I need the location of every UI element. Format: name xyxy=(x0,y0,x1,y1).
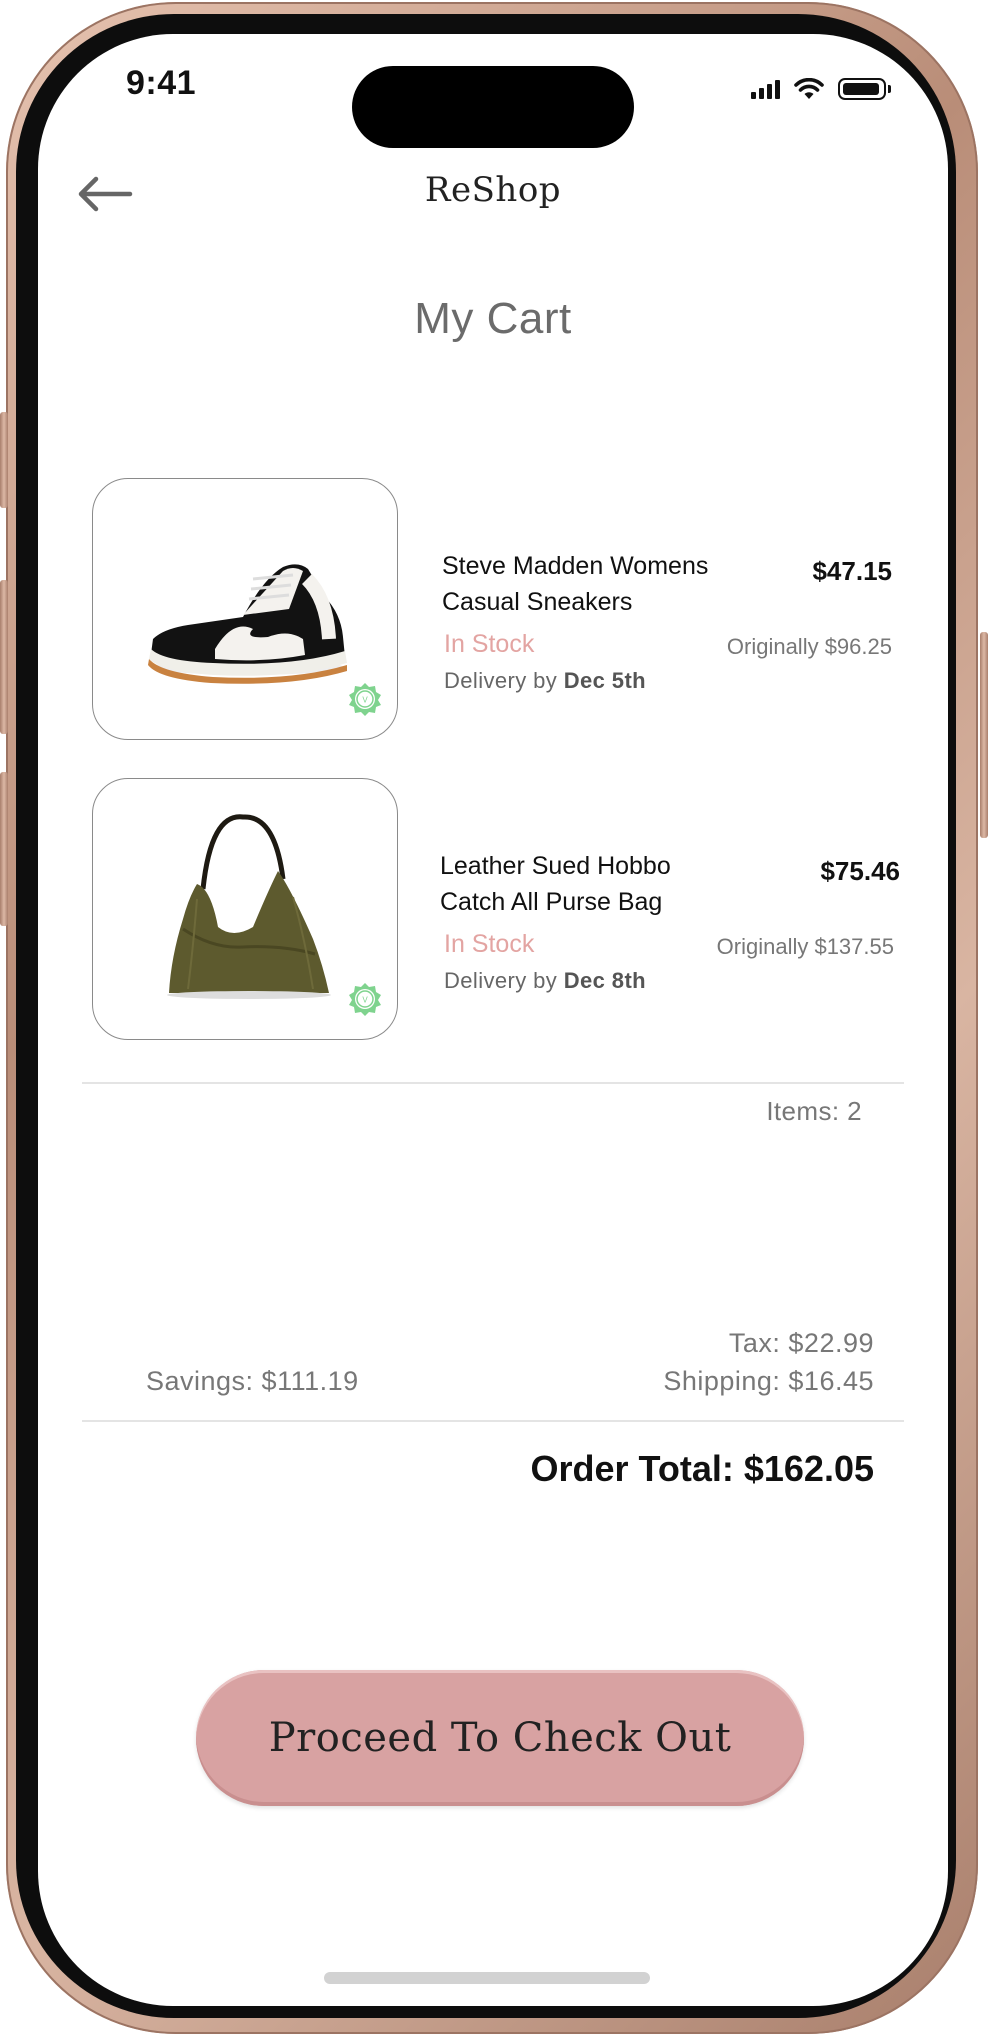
original-price: Originally $137.55 xyxy=(716,934,894,959)
original-price: Originally $96.25 xyxy=(726,634,892,659)
delivery-date: Dec 8th xyxy=(563,968,647,993)
delivery-estimate: Delivery by Dec 8th xyxy=(444,968,646,994)
delivery-date: Dec 5th xyxy=(563,668,647,693)
phone-mockup: 9:41 ReShop My Cart V Steve Madden Women… xyxy=(0,0,988,2040)
cart-item[interactable]: V Steve Madden Womens Casual Sneakers $4… xyxy=(92,478,892,740)
product-name-line: Steve Madden Womens xyxy=(442,552,709,580)
battery-icon xyxy=(838,78,891,100)
status-icons xyxy=(751,78,891,100)
cellular-signal-icon xyxy=(751,79,780,99)
svg-text:V: V xyxy=(362,996,368,1005)
stock-status: In Stock xyxy=(444,930,535,958)
savings-amount: Savings: $111.19 xyxy=(146,1366,359,1396)
items-count: Items: 2 xyxy=(766,1096,862,1126)
volume-down-button xyxy=(0,772,8,926)
product-price: $47.15 xyxy=(812,556,892,586)
product-image[interactable]: V xyxy=(92,778,398,1040)
home-indicator[interactable] xyxy=(324,1972,650,1984)
product-name-line: Leather Sued Hobbo xyxy=(440,852,671,880)
delivery-prefix: Delivery by xyxy=(444,668,564,693)
checkout-button[interactable]: Proceed To Check Out xyxy=(196,1670,804,1806)
dynamic-island xyxy=(352,66,634,148)
sustainability-badge-icon: V xyxy=(349,683,381,716)
delivery-prefix: Delivery by xyxy=(444,968,564,993)
shipping-amount: Shipping: $16.45 xyxy=(663,1366,874,1396)
sustainability-badge-icon: V xyxy=(349,983,381,1016)
status-time: 9:41 xyxy=(126,64,197,102)
product-name[interactable]: Steve Madden Womens Casual Sneakers xyxy=(442,548,772,620)
product-name-line: Casual Sneakers xyxy=(442,588,633,616)
svg-text:V: V xyxy=(362,696,368,705)
action-button xyxy=(0,412,8,508)
product-price: $75.46 xyxy=(820,856,900,886)
cart-item[interactable]: V Leather Sued Hobbo Catch All Purse Bag… xyxy=(92,778,900,1040)
divider xyxy=(82,1082,904,1084)
product-name[interactable]: Leather Sued Hobbo Catch All Purse Bag xyxy=(440,848,770,920)
app-screen: 9:41 ReShop My Cart V Steve Madden Women… xyxy=(38,34,948,2006)
page-title: My Cart xyxy=(414,294,572,343)
stock-status: In Stock xyxy=(444,630,535,658)
power-button xyxy=(980,632,988,838)
product-image[interactable]: V xyxy=(92,478,398,740)
brand-logo: ReShop xyxy=(424,170,562,210)
product-name-line: Catch All Purse Bag xyxy=(440,888,663,916)
order-total: Order Total: $162.05 xyxy=(530,1448,874,1489)
tax-amount: Tax: $22.99 xyxy=(728,1328,874,1358)
wifi-icon xyxy=(794,78,824,99)
divider xyxy=(82,1420,904,1422)
delivery-estimate: Delivery by Dec 5th xyxy=(444,668,646,694)
volume-up-button xyxy=(0,580,8,734)
